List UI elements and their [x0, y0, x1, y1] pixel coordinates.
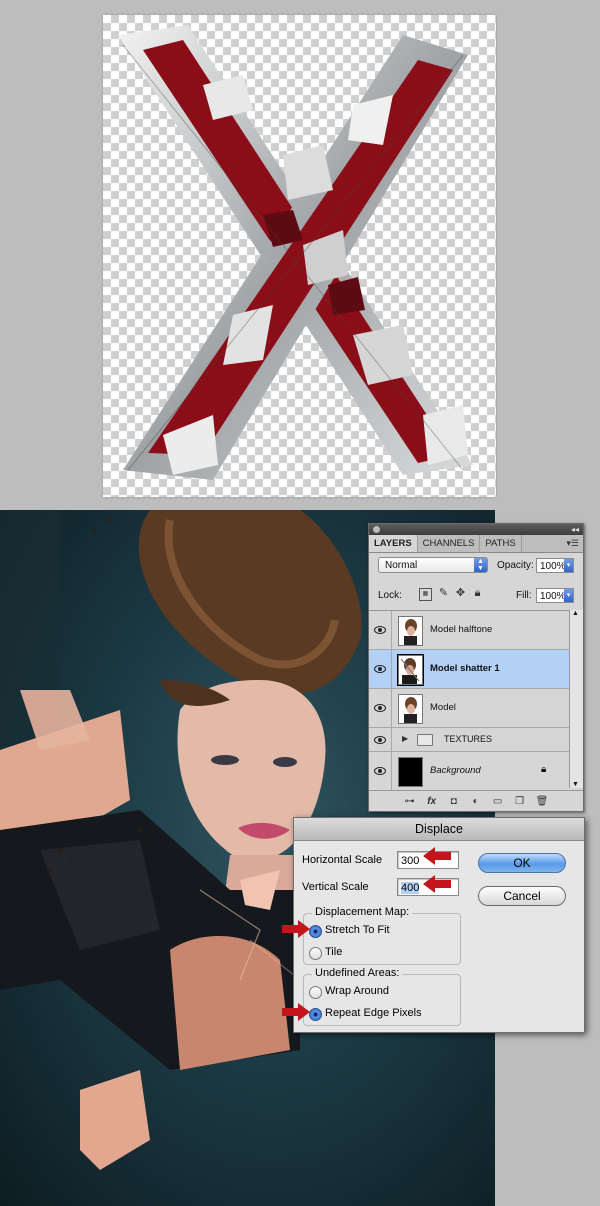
layer-name: Background [430, 765, 481, 776]
layers-panel-titlebar[interactable]: ◂◂ [369, 524, 583, 535]
lock-position-move-icon[interactable]: ✥ [455, 588, 466, 599]
tab-channels[interactable]: CHANNELS [418, 535, 481, 552]
lock-options: ▦ ✎ ✥ 🔒︎ [419, 588, 483, 601]
chevron-down-icon[interactable]: ▾ [564, 589, 573, 602]
layers-panel-tabs: LAYERS CHANNELS PATHS ▾☰ [369, 535, 583, 553]
undefined-areas-legend: Undefined Areas: [312, 967, 403, 979]
opacity-input[interactable]: 100% ▾ [536, 558, 574, 573]
vertical-scale-label: Vertical Scale [302, 881, 369, 893]
horizontal-scale-value: 300 [401, 855, 420, 867]
opacity-value: 100% [540, 561, 566, 572]
layers-bottom-toolbar: ⊶ fx ◘ ◐ ▭ ❐ 🗑︎ [369, 790, 583, 811]
vertical-scale-value: 400 [401, 882, 420, 894]
delete-layer-trash-icon[interactable]: 🗑︎ [536, 796, 549, 807]
repeat-edge-pixels-label[interactable]: Repeat Edge Pixels [325, 1007, 422, 1019]
layer-row-model[interactable]: Model [369, 689, 569, 728]
visibility-eye-icon[interactable] [369, 650, 392, 688]
visibility-eye-icon[interactable] [369, 728, 392, 751]
panel-menu-icon[interactable]: ▾☰ [566, 535, 579, 552]
ok-button[interactable]: OK [478, 853, 566, 873]
cancel-button[interactable]: Cancel [478, 886, 566, 906]
lock-all-icon[interactable]: 🔒︎ [472, 588, 483, 599]
blend-mode-value: Normal [385, 560, 418, 571]
layer-thumbnail [398, 757, 423, 787]
layer-row-background[interactable]: Background 🔒︎ [369, 752, 569, 791]
shattered-x-graphic [118, 25, 473, 480]
horizontal-scale-label: Horizontal Scale [302, 854, 383, 866]
x-artwork-canvas [103, 15, 496, 497]
expand-group-triangle-icon[interactable]: ▶ [402, 734, 408, 743]
layer-style-fx-icon[interactable]: fx [426, 796, 438, 807]
wrap-around-radio[interactable] [309, 986, 322, 999]
displacement-map-legend: Displacement Map: [312, 906, 413, 918]
layer-group-textures[interactable]: ▶ TEXTURES [369, 728, 569, 752]
fill-value: 100% [540, 591, 566, 602]
tile-label[interactable]: Tile [325, 946, 342, 958]
lock-label: Lock: [378, 590, 402, 601]
opacity-label: Opacity: [497, 560, 534, 571]
visibility-eye-icon[interactable] [369, 611, 392, 649]
layer-name: TEXTURES [444, 734, 493, 744]
annotation-arrow-icon [423, 875, 451, 893]
folder-icon [417, 734, 433, 746]
stretch-to-fit-radio[interactable] [309, 925, 322, 938]
layer-thumbnail [397, 654, 424, 686]
chevron-updown-icon: ▲ ▼ [474, 558, 487, 572]
annotation-arrow-icon [282, 1003, 310, 1021]
chevron-down-icon[interactable]: ▾ [564, 559, 573, 572]
adjustment-layer-icon[interactable]: ◐ [470, 796, 482, 807]
new-group-folder-icon[interactable]: ▭ [492, 796, 504, 807]
stretch-to-fit-label[interactable]: Stretch To Fit [325, 924, 390, 936]
layer-row-model-halftone[interactable]: Model halftone [369, 611, 569, 650]
link-layers-icon[interactable]: ⊶ [404, 796, 416, 807]
scroll-up-arrow-icon[interactable]: ▲ [572, 610, 579, 617]
layer-lock-icon: 🔒︎ [541, 764, 547, 775]
annotation-arrow-icon [282, 920, 310, 938]
visibility-eye-icon[interactable] [369, 689, 392, 727]
layers-scrollbar[interactable]: ▲ ▼ [569, 610, 583, 788]
tab-layers[interactable]: LAYERS [369, 535, 418, 552]
layer-name: Model [430, 702, 456, 713]
wrap-around-label[interactable]: Wrap Around [325, 985, 389, 997]
layer-name: Model halftone [430, 624, 493, 635]
layer-thumbnail [398, 694, 423, 724]
add-mask-icon[interactable]: ◘ [448, 796, 460, 807]
layers-panel: ◂◂ LAYERS CHANNELS PATHS ▾☰ Normal ▲ ▼ Op… [368, 523, 584, 812]
tab-paths[interactable]: PATHS [480, 535, 522, 552]
visibility-eye-icon[interactable] [369, 752, 392, 790]
collapse-panel-icon[interactable]: ◂◂ [571, 524, 579, 535]
lock-image-brush-icon[interactable]: ✎ [438, 588, 449, 599]
layers-list: Model halftone Model shatter 1 Model ▶ T… [369, 610, 569, 791]
blend-mode-select[interactable]: Normal ▲ ▼ [378, 557, 488, 573]
layer-thumbnail [398, 616, 423, 646]
layer-row-model-shatter-1[interactable]: Model shatter 1 [369, 650, 569, 689]
dialog-title: Displace [294, 818, 584, 841]
new-layer-icon[interactable]: ❐ [514, 796, 526, 807]
close-panel-icon[interactable] [373, 526, 380, 533]
repeat-edge-pixels-radio[interactable] [309, 1008, 322, 1021]
layer-name: Model shatter 1 [430, 663, 500, 674]
scroll-down-arrow-icon[interactable]: ▼ [572, 781, 579, 788]
fill-input[interactable]: 100% ▾ [536, 588, 574, 603]
fill-label: Fill: [516, 590, 532, 601]
lock-transparency-icon[interactable]: ▦ [419, 588, 432, 601]
annotation-arrow-icon [423, 847, 451, 865]
tile-radio[interactable] [309, 947, 322, 960]
